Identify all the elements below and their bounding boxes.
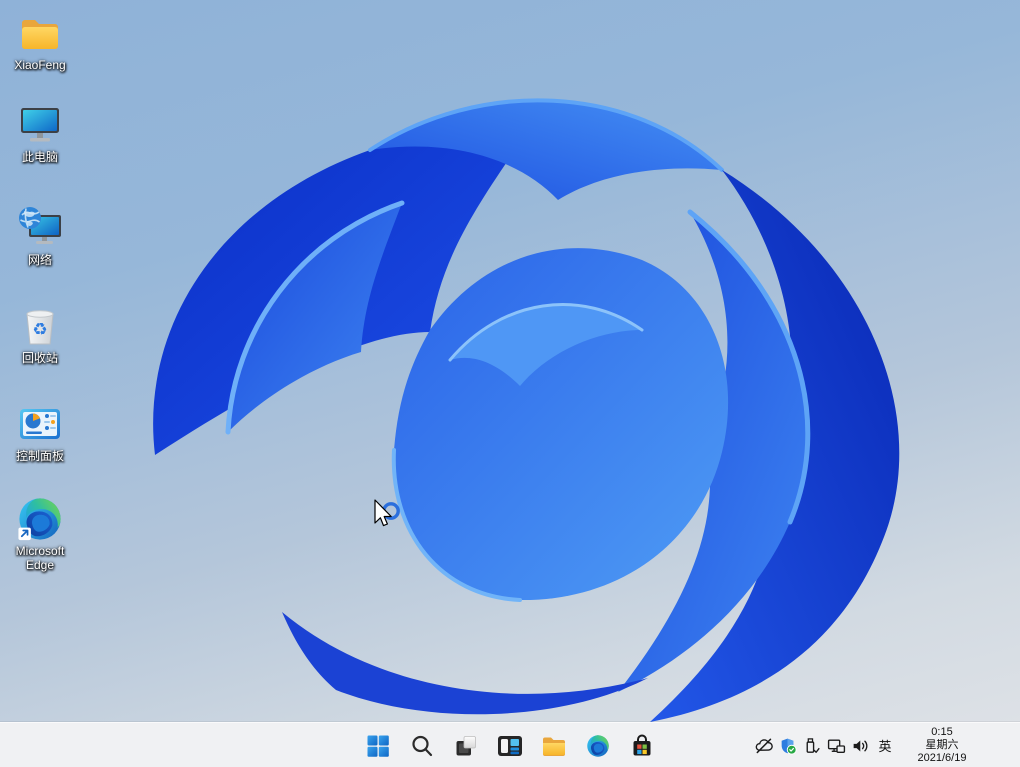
network-button[interactable]: [824, 732, 848, 760]
desktop-icon-label: Microsoft Edge: [3, 544, 77, 572]
desktop-icon-label: 控制面板: [16, 449, 64, 463]
store-bag-icon: [630, 734, 654, 758]
windows11-desktop-screen: XiaoFeng 此电脑: [0, 0, 1020, 767]
ime-language-indicator[interactable]: 英: [872, 732, 898, 760]
file-explorer-button[interactable]: [534, 726, 574, 766]
desktop-icon-this-pc[interactable]: 此电脑: [2, 102, 78, 164]
volume-button[interactable]: [848, 732, 872, 760]
search-icon: [410, 734, 434, 758]
microsoft-store-button[interactable]: [622, 726, 662, 766]
ethernet-network-icon: [827, 737, 846, 755]
desktop-icon-label: 此电脑: [22, 150, 58, 164]
desktop-wallpaper: [0, 0, 1020, 722]
taskbar-center-buttons: [358, 723, 662, 767]
usb-device-button[interactable]: [800, 732, 824, 760]
windows11-bloom-artwork: [0, 0, 1020, 722]
edge-icon: [586, 734, 610, 758]
clock-date: 2021/6/19: [900, 752, 984, 765]
svg-text:♻: ♻: [32, 320, 47, 339]
network-globe-icon: [17, 205, 63, 251]
windows-security-shield-icon: [779, 737, 797, 755]
folder-icon: [541, 734, 567, 758]
usb-device-icon: [803, 737, 821, 755]
onedrive-offline-icon: [755, 737, 773, 755]
edge-icon: [17, 496, 63, 542]
desktop-icon-network[interactable]: 网络: [2, 205, 78, 267]
search-button[interactable]: [402, 726, 442, 766]
volume-icon: [851, 737, 870, 755]
onedrive-status-button[interactable]: [752, 732, 776, 760]
desktop-icon-control-panel[interactable]: 控制面板: [2, 401, 78, 463]
edge-browser-button[interactable]: [578, 726, 618, 766]
windows-logo-icon: [366, 734, 390, 758]
desktop-icon-recycle-bin[interactable]: ♻ 回收站: [2, 303, 78, 365]
system-tray: 英 0:15 星期六 2021/6/19: [752, 723, 1020, 767]
widgets-icon: [497, 734, 523, 758]
folder-icon: [17, 10, 63, 56]
start-button[interactable]: [358, 726, 398, 766]
desktop-icon-label: 回收站: [22, 351, 58, 365]
desktop-icon-label: XiaoFeng: [14, 58, 65, 72]
task-view-button[interactable]: [446, 726, 486, 766]
desktop-icon-microsoft-edge[interactable]: Microsoft Edge: [2, 496, 78, 572]
control-panel-icon: [17, 401, 63, 447]
desktop-icon-label: 网络: [28, 253, 52, 267]
monitor-icon: [17, 102, 63, 148]
clock-time: 0:15: [900, 726, 984, 739]
task-view-icon: [454, 734, 478, 758]
clock-weekday: 星期六: [900, 739, 984, 752]
taskbar: 英 0:15 星期六 2021/6/19: [0, 722, 1020, 767]
taskbar-clock[interactable]: 0:15 星期六 2021/6/19: [900, 726, 984, 765]
windows-security-button[interactable]: [776, 732, 800, 760]
desktop-icon-xiaofeng[interactable]: XiaoFeng: [2, 10, 78, 72]
widgets-button[interactable]: [490, 726, 530, 766]
recycle-bin-icon: ♻: [17, 303, 63, 349]
